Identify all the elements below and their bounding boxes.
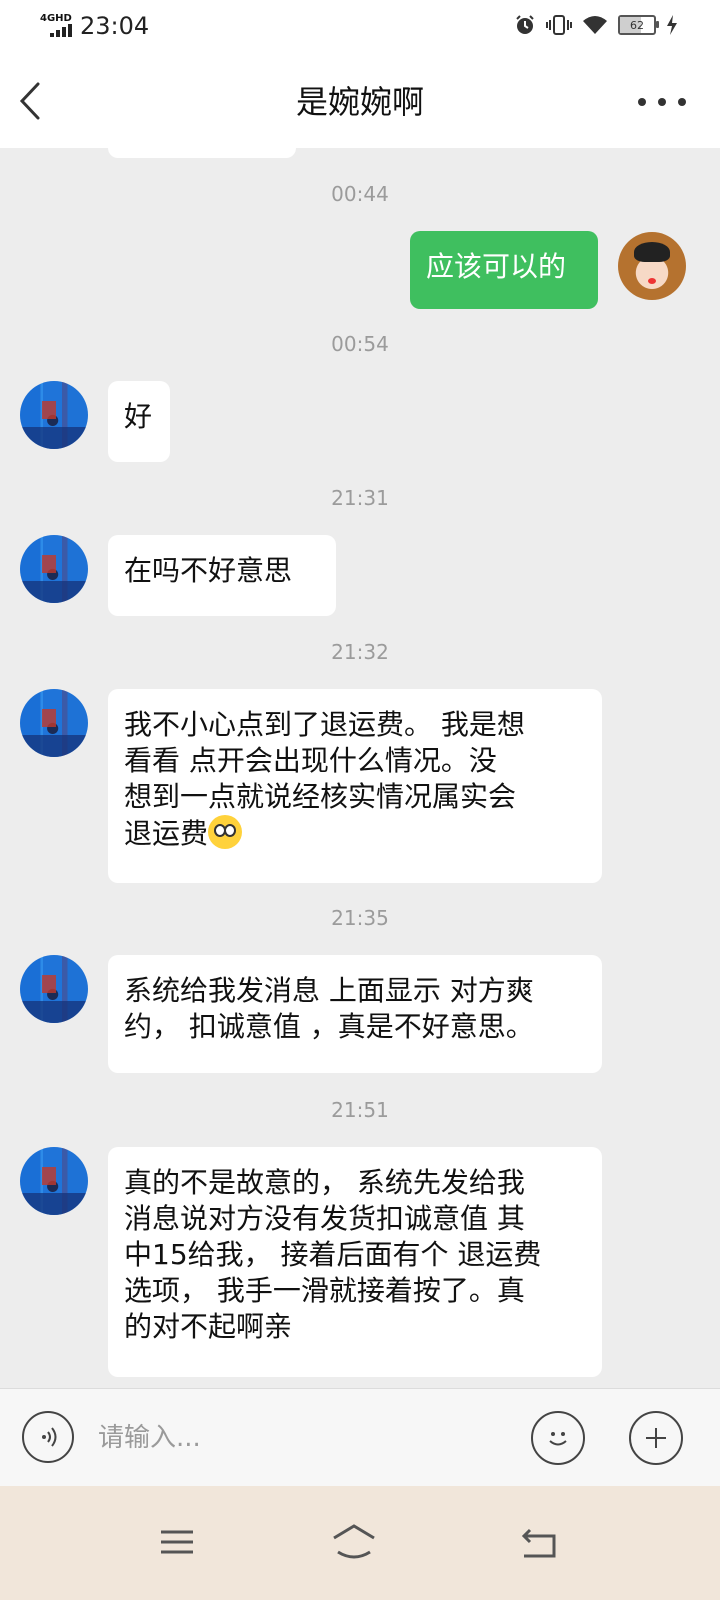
message-line: 的对不起啊亲 <box>124 1310 293 1343</box>
timestamp: 00:44 <box>331 182 389 206</box>
message-bubble[interactable]: 在吗不好意思 <box>108 535 336 616</box>
input-bar <box>0 1388 720 1487</box>
smile-face-icon <box>549 1432 567 1446</box>
message-line: 系统给我发消息 上面显示 对方爽 <box>124 974 534 1007</box>
message-bubble[interactable]: 好 <box>108 381 170 462</box>
avatar-other[interactable] <box>20 535 88 603</box>
alarm-icon <box>516 15 534 34</box>
signal-icon: 4GHD <box>40 12 74 40</box>
message-bubble-partial <box>108 148 296 158</box>
message-line: 看看 点开会出现什么情况。没 <box>124 744 497 777</box>
avatar-other[interactable] <box>20 1147 88 1215</box>
more-dots-icon[interactable] <box>638 84 686 120</box>
message-line: 我不小心点到了退运费。 我是想 <box>124 708 525 741</box>
vibrate-icon <box>546 15 572 35</box>
system-nav-bar <box>0 1486 720 1600</box>
timestamp: 21:32 <box>331 640 389 664</box>
timestamp: 00:54 <box>331 332 389 356</box>
avatar-other[interactable] <box>20 689 88 757</box>
voice-wave-icon <box>42 1427 57 1447</box>
avatar-other[interactable] <box>20 381 88 449</box>
message-line: 选项， 我手一滑就接着按了。真 <box>124 1274 525 1307</box>
timestamp: 21:51 <box>331 1098 389 1122</box>
message-line: 真的不是故意的， 系统先发给我 <box>124 1166 525 1199</box>
timestamp: 21:31 <box>331 486 389 510</box>
message-line: 中15给我， 接着后面有个 退运费 <box>124 1238 542 1271</box>
battery-icon: 62 <box>618 15 659 35</box>
timestamp: 21:35 <box>331 906 389 930</box>
message-bubble-self[interactable]: 应该可以的 <box>410 231 598 309</box>
plus-sign-icon <box>646 1428 666 1448</box>
chat-header: 是婉婉啊 <box>0 56 720 148</box>
battery-level: 62 <box>630 18 644 32</box>
home-icon[interactable] <box>330 1522 378 1562</box>
emoji-icon[interactable] <box>531 1411 585 1465</box>
back-nav-icon[interactable] <box>520 1522 560 1562</box>
avatar-self[interactable] <box>618 232 686 300</box>
message-line: 退运费 <box>124 817 209 850</box>
page-title: 是婉婉啊 <box>295 83 424 121</box>
status-bar: 4GHD 23:04 62 <box>0 0 720 56</box>
message-line: 约， 扣诚意值 ，真是不好意思。 <box>124 1010 534 1043</box>
wifi-icon <box>583 16 607 34</box>
status-time: 23:04 <box>80 12 150 40</box>
message-list[interactable]: 00:44 应该可以的 00:54 好 21:31 在吗不好意思 21:32 我… <box>0 148 720 1388</box>
avatar-other[interactable] <box>20 955 88 1023</box>
message-line: 想到一点就说经核实情况属实会 <box>124 780 517 813</box>
message-line-with-emoji: 退运费 <box>124 815 586 852</box>
voice-icon[interactable] <box>22 1411 74 1463</box>
plus-icon[interactable] <box>629 1411 683 1465</box>
charging-icon <box>667 15 677 35</box>
message-line: 消息说对方没有发货扣诚意值 其 <box>124 1202 525 1235</box>
message-input[interactable] <box>96 1413 520 1463</box>
message-bubble[interactable]: 真的不是故意的， 系统先发给我 消息说对方没有发货扣诚意值 其 中15给我， 接… <box>108 1147 602 1377</box>
message-bubble[interactable]: 我不小心点到了退运费。 我是想 看看 点开会出现什么情况。没 想到一点就说经核实… <box>108 689 602 883</box>
message-bubble[interactable]: 系统给我发消息 上面显示 对方爽 约， 扣诚意值 ，真是不好意思。 <box>108 955 602 1073</box>
crying-emoji-icon <box>208 815 243 849</box>
menu-icon[interactable] <box>157 1522 197 1562</box>
network-type: 4GHD <box>40 13 72 24</box>
